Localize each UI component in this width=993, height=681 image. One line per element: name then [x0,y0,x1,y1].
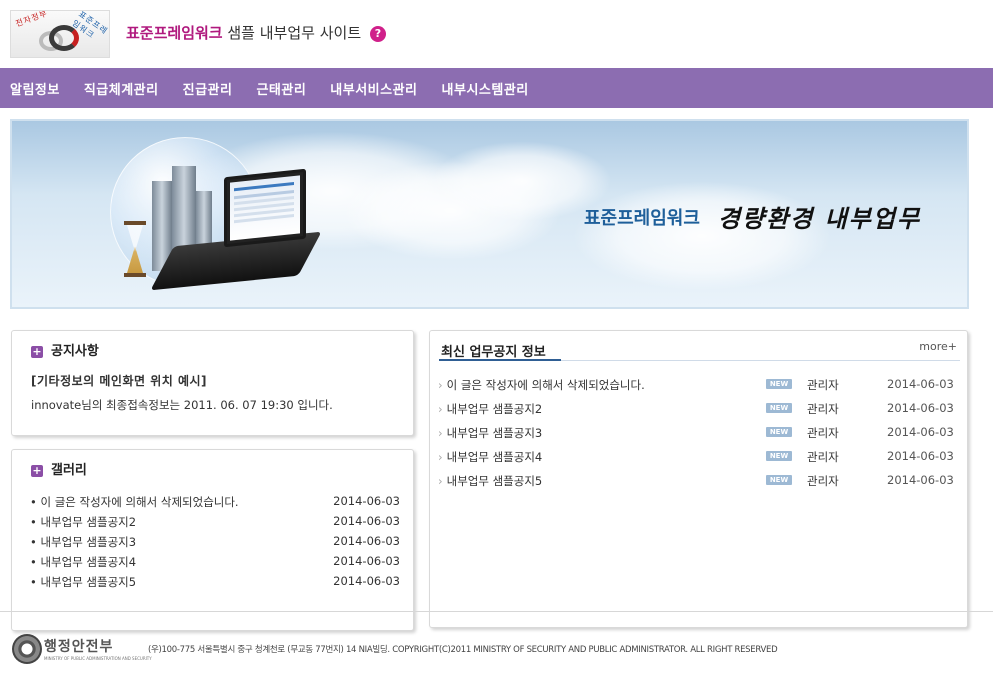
list-item[interactable]: 이 글은 작성자에 의해서 삭제되었습니다. 2014-06-03 [30,494,400,514]
nav-item-attendance[interactable]: 근태관리 [256,79,306,98]
table-row[interactable]: 내부업무 샘플공지3 NEW 관리자 2014-06-03 [438,425,960,449]
laptop-screen-image [224,168,306,248]
notice-row-date: 2014-06-03 [887,473,954,487]
new-badge: NEW [766,379,792,389]
notice-row-title[interactable]: 내부업무 샘플공지2 [438,401,543,417]
banner-text-framework: 표준프레임워크 [584,207,700,229]
notice-row-title[interactable]: 내부업무 샘플공지3 [438,425,543,441]
egov-framework-logo[interactable]: 전자정부 표준프레임워크 [10,10,110,58]
new-badge: NEW [766,403,792,413]
nav-item-notice-info[interactable]: 알림정보 [10,79,60,98]
list-item-date: 2014-06-03 [333,554,400,568]
site-title-rest: 샘플 내부업무 사이트 [222,24,362,42]
gallery-list: 이 글은 작성자에 의해서 삭제되었습니다. 2014-06-03 내부업무 샘플… [30,494,400,594]
notice-row-author: 관리자 [807,402,839,416]
list-item[interactable]: 내부업무 샘플공지3 2014-06-03 [30,534,400,554]
table-row[interactable]: 내부업무 샘플공지4 NEW 관리자 2014-06-03 [438,449,960,473]
new-badge: NEW [766,451,792,461]
latest-notices-panel: 최신 업무공지 정보 more+ 이 글은 작성자에 의해서 삭제되었습니다. … [429,330,968,628]
gallery-panel: + 갤러리 이 글은 작성자에 의해서 삭제되었습니다. 2014-06-03 내부… [11,449,414,631]
main-banner: 표준프레임워크 경량환경 내부업무 [10,119,969,309]
list-item-date: 2014-06-03 [333,514,400,528]
main-nav: 알림정보 직급체계관리 진급관리 근태관리 내부서비스관리 내부시스템관리 [0,68,993,108]
notice-row-date: 2014-06-03 [887,425,954,439]
notice-row-author: 관리자 [807,426,839,440]
copyright-text: (우)100-775 서울특별시 중구 청계천로 (무교동 77번지) 14 N… [148,645,778,655]
site-header: 전자정부 표준프레임워크 표준프레임워크 샘플 내부업무 사이트 ? [0,0,993,68]
list-item[interactable]: 내부업무 샘플공지4 2014-06-03 [30,554,400,574]
notice-row-author: 관리자 [807,450,839,464]
notice-row-title[interactable]: 내부업무 샘플공지4 [438,449,543,465]
plus-icon: + [31,463,43,477]
list-item[interactable]: 내부업무 샘플공지5 2014-06-03 [30,574,400,594]
notice-row-author: 관리자 [807,474,839,488]
more-link[interactable]: more+ [919,340,957,353]
notice-row-author: 관리자 [807,378,839,392]
nav-item-rank-system[interactable]: 직급체계관리 [84,79,159,98]
notice-title[interactable]: + 공지사항 [31,340,99,359]
banner-cloud [572,181,832,291]
notice-row-date: 2014-06-03 [887,449,954,463]
list-item-title[interactable]: 이 글은 작성자에 의해서 삭제되었습니다. [30,494,238,514]
government-emblem-icon [12,634,42,664]
last-login-info: innovate님의 최종접속정보는 2011. 06. 07 19:30 입니… [31,398,333,412]
nav-item-internal-service[interactable]: 내부서비스관리 [330,79,417,98]
table-row[interactable]: 내부업무 샘플공지5 NEW 관리자 2014-06-03 [438,473,960,497]
nav-item-internal-system[interactable]: 내부시스템관리 [442,79,529,98]
hourglass-image [124,221,146,277]
notice-row-date: 2014-06-03 [887,377,954,391]
list-item-title[interactable]: 내부업무 샘플공지3 [30,534,136,554]
notice-headline: [기타정보의 메인화면 위치 예시] [31,374,208,388]
site-title-brand: 표준프레임워크 [126,24,223,42]
latest-notices-list: 이 글은 작성자에 의해서 삭제되었습니다. NEW 관리자 2014-06-0… [438,377,960,497]
latest-notices-title: 최신 업무공지 정보 [441,345,546,360]
question-mark-icon[interactable]: ? [369,25,386,42]
ministry-name-en: MINISTRY OF PUBLIC ADMINISTRATION AND SE… [44,656,152,661]
new-badge: NEW [766,427,792,437]
list-item-date: 2014-06-03 [333,574,400,588]
banner-headline: 표준프레임워크 경량환경 내부업무 [584,199,921,234]
title-underline [439,359,561,361]
table-row[interactable]: 이 글은 작성자에 의해서 삭제되었습니다. NEW 관리자 2014-06-0… [438,377,960,401]
list-item-date: 2014-06-03 [333,534,400,548]
ministry-name: 행정안전부 [44,639,114,655]
notice-row-title[interactable]: 내부업무 샘플공지5 [438,473,543,489]
list-item[interactable]: 내부업무 샘플공지2 2014-06-03 [30,514,400,534]
list-item-date: 2014-06-03 [333,494,400,508]
list-item-title[interactable]: 내부업무 샘플공지2 [30,514,136,534]
list-item-title[interactable]: 내부업무 샘플공지5 [30,574,136,594]
notice-panel: + 공지사항 [기타정보의 메인화면 위치 예시] innovate님의 최종접속… [11,330,414,436]
gallery-title[interactable]: + 갤러리 [31,459,87,478]
banner-text-lightweight: 경량환경 내부업무 [717,204,921,233]
new-badge: NEW [766,475,792,485]
site-title: 표준프레임워크 샘플 내부업무 사이트 ? [126,22,386,43]
notice-title-label: 공지사항 [51,344,99,359]
notice-row-date: 2014-06-03 [887,401,954,415]
table-row[interactable]: 내부업무 샘플공지2 NEW 관리자 2014-06-03 [438,401,960,425]
plus-icon: + [31,344,43,358]
footer-divider [0,611,993,612]
logo-ring [49,25,79,51]
ministry-logo: 행정안전부 MINISTRY OF PUBLIC ADMINISTRATION … [12,634,152,666]
notice-row-title[interactable]: 이 글은 작성자에 의해서 삭제되었습니다. [438,377,645,393]
nav-item-promotion[interactable]: 진급관리 [183,79,233,98]
logo-text-left: 전자정부 [14,10,49,29]
gallery-title-label: 갤러리 [51,463,87,478]
list-item-title[interactable]: 내부업무 샘플공지4 [30,554,136,574]
